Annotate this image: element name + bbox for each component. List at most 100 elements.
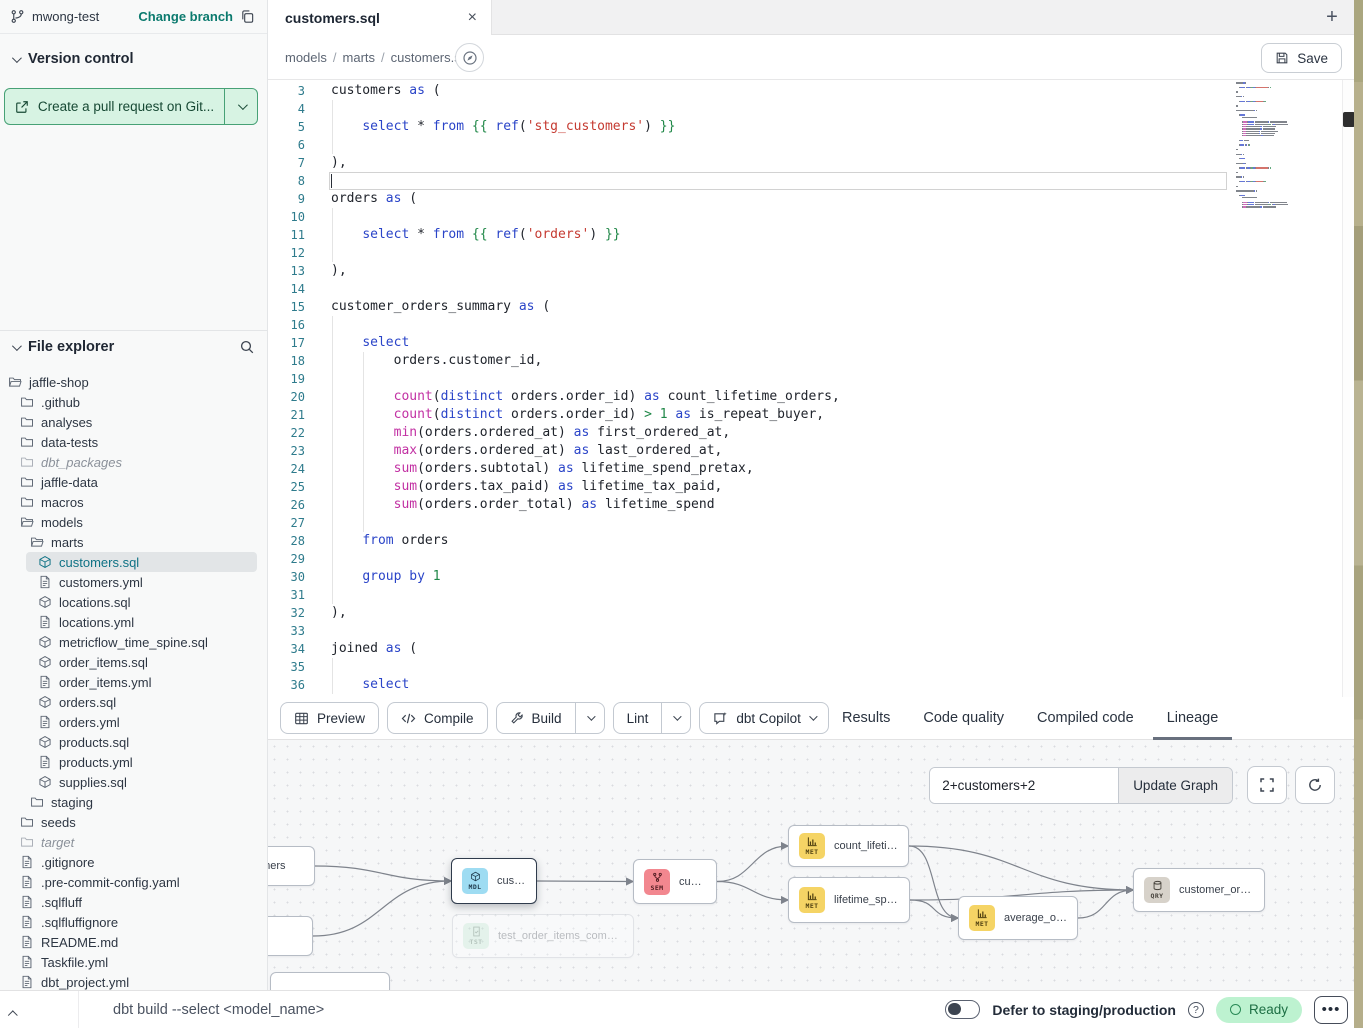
help-icon[interactable]: ? xyxy=(1188,1002,1204,1018)
file-item-order_items.yml[interactable]: order_items.yml xyxy=(0,672,267,692)
lint-split-button: Lint xyxy=(613,702,692,734)
file-item-order_items.sql[interactable]: order_items.sql xyxy=(0,652,267,672)
lineage-node-customer_order_metrics[interactable]: QRYcustomer_order_metrics xyxy=(1133,868,1265,912)
file-item-data-tests[interactable]: data-tests xyxy=(0,432,267,452)
change-branch-link[interactable]: Change branch xyxy=(138,9,233,24)
compass-icon[interactable] xyxy=(455,43,484,72)
refresh-icon[interactable] xyxy=(1295,766,1335,804)
lineage-node-orders[interactable]: MDLorders xyxy=(268,916,313,956)
file-item-seeds[interactable]: seeds xyxy=(0,812,267,832)
line-number: 10 xyxy=(268,208,315,226)
lineage-node-partial_node[interactable] xyxy=(270,972,390,990)
more-options-button[interactable]: ••• xyxy=(1314,996,1348,1024)
preview-button[interactable]: Preview xyxy=(280,702,379,734)
file-item-analyses[interactable]: analyses xyxy=(0,412,267,432)
file-item-label: products.yml xyxy=(59,755,133,770)
file-item-label: analyses xyxy=(41,415,92,430)
file-item-locations.sql[interactable]: locations.sql xyxy=(0,592,267,612)
file-item-.sqlfluff[interactable]: .sqlfluff xyxy=(0,892,267,912)
minimap[interactable] xyxy=(1236,80,1322,209)
version-control-header[interactable]: Version control xyxy=(0,46,267,72)
file-item-staging[interactable]: staging xyxy=(0,792,267,812)
file-item-.sqlfluffignore[interactable]: .sqlfluffignore xyxy=(0,912,267,932)
lint-dropdown[interactable] xyxy=(661,703,690,733)
lineage-node-customers_sem[interactable]: SEMcustomers xyxy=(633,859,717,904)
code-line-30: group by 1 xyxy=(331,568,1232,586)
external-link-icon xyxy=(15,100,29,114)
file-item-macros[interactable]: macros xyxy=(0,492,267,512)
file-item-Taskfile.yml[interactable]: Taskfile.yml xyxy=(0,952,267,972)
lineage-node-count_lifetime_orders[interactable]: METcount_lifetime_orders xyxy=(788,825,909,867)
create-pr-dropdown[interactable] xyxy=(224,89,257,124)
code-icon xyxy=(401,711,416,726)
file-item-marts[interactable]: marts xyxy=(0,532,267,552)
new-tab-button[interactable]: + xyxy=(1319,4,1345,30)
code-editor[interactable]: 2345678910111213141516171819202122232425… xyxy=(268,80,1342,697)
close-icon[interactable]: × xyxy=(468,10,477,26)
file-item-orders.sql[interactable]: orders.sql xyxy=(0,692,267,712)
tab-code-quality[interactable]: Code quality xyxy=(923,697,1004,739)
file-item-metricflow_time_spine.sql[interactable]: metricflow_time_spine.sql xyxy=(0,632,267,652)
dbt-copilot-button[interactable]: dbt Copilot xyxy=(699,702,829,734)
file-item-models[interactable]: models xyxy=(0,512,267,532)
tab-compiled-code[interactable]: Compiled code xyxy=(1037,697,1134,739)
tab-results[interactable]: Results xyxy=(842,697,890,739)
folder-icon xyxy=(20,495,34,509)
file-item-label: README.md xyxy=(41,935,118,950)
file-item-dbt_project.yml[interactable]: dbt_project.yml xyxy=(0,972,267,990)
lineage-node-test_order_items[interactable]: TSTtest_order_items_compute_to_bools... xyxy=(452,914,634,958)
tab-lineage[interactable]: Lineage xyxy=(1167,697,1219,739)
file-item-README.md[interactable]: README.md xyxy=(0,932,267,952)
line-number: 18 xyxy=(268,352,315,370)
update-graph-button[interactable]: Update Graph xyxy=(1118,768,1232,803)
file-item-products.yml[interactable]: products.yml xyxy=(0,752,267,772)
file-item-.github[interactable]: .github xyxy=(0,392,267,412)
search-icon[interactable] xyxy=(239,339,255,355)
compile-button[interactable]: Compile xyxy=(387,702,488,734)
defer-toggle[interactable] xyxy=(945,1000,980,1019)
lineage-node-stg_customers[interactable]: MDLstg_customers xyxy=(268,846,315,886)
expand-command-bar-icon[interactable] xyxy=(10,1005,17,1023)
lineage-node-lifetime_spend_pretax[interactable]: METlifetime_spend_pretax xyxy=(788,877,910,923)
lineage-selector-input[interactable] xyxy=(930,768,1118,803)
file-item-locations.yml[interactable]: locations.yml xyxy=(0,612,267,632)
create-pr-button[interactable]: Create a pull request on Git... xyxy=(4,88,258,125)
file-item-dbt_packages[interactable]: dbt_packages xyxy=(0,452,267,472)
line-number: 23 xyxy=(268,442,315,460)
line-number: 16 xyxy=(268,316,315,334)
file-item-target[interactable]: target xyxy=(0,832,267,852)
lineage-node-customers_mdl[interactable]: MDLcustomers xyxy=(451,858,537,904)
line-number: 21 xyxy=(268,406,315,424)
panel-tabs: Results Code quality Compiled code Lineage xyxy=(842,697,1218,739)
file-item-.gitignore[interactable]: .gitignore xyxy=(0,852,267,872)
dbt-command-input[interactable] xyxy=(113,991,713,1028)
breadcrumb-part[interactable]: marts xyxy=(343,50,376,65)
folder-open-icon xyxy=(30,535,44,549)
code-line-36: select xyxy=(331,676,1232,694)
build-button[interactable]: Build xyxy=(497,703,575,733)
file-item-orders.yml[interactable]: orders.yml xyxy=(0,712,267,732)
lineage-node-label: customers xyxy=(497,875,526,887)
code-line-16 xyxy=(331,316,1232,334)
file-item-.pre-commit-config.yaml[interactable]: .pre-commit-config.yaml xyxy=(0,872,267,892)
line-number: 15 xyxy=(268,298,315,316)
build-dropdown[interactable] xyxy=(575,703,604,733)
file-item-customers.yml[interactable]: customers.yml xyxy=(0,572,267,592)
save-button[interactable]: Save xyxy=(1261,43,1342,73)
file-item-customers.sql[interactable]: customers.sql xyxy=(26,552,257,572)
code-line-35 xyxy=(331,658,1232,676)
file-item-jaffle-shop[interactable]: jaffle-shop xyxy=(0,372,267,392)
file-item-jaffle-data[interactable]: jaffle-data xyxy=(0,472,267,492)
fullscreen-icon[interactable] xyxy=(1247,766,1287,804)
breadcrumb-part[interactable]: models xyxy=(285,50,327,65)
file-explorer-header[interactable]: File explorer xyxy=(0,334,267,360)
lint-button[interactable]: Lint xyxy=(614,703,662,733)
file-item-label: orders.sql xyxy=(59,695,116,710)
tab-customers-sql[interactable]: customers.sql × xyxy=(268,0,492,36)
wrench-icon xyxy=(510,711,524,725)
lineage-node-average_order_value[interactable]: METaverage_order_value xyxy=(958,896,1078,940)
file-item-supplies.sql[interactable]: supplies.sql xyxy=(0,772,267,792)
copy-icon[interactable] xyxy=(240,9,255,24)
file-item-label: order_items.yml xyxy=(59,675,151,690)
file-item-products.sql[interactable]: products.sql xyxy=(0,732,267,752)
